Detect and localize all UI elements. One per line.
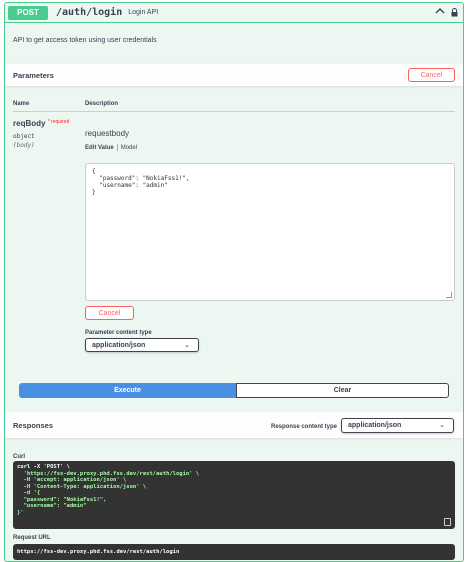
request-url-label: Request URL xyxy=(13,535,51,541)
tab-divider xyxy=(116,144,118,151)
body-line: } xyxy=(92,189,96,196)
required-mark: * required xyxy=(47,119,70,125)
endpoint-summary: Login API xyxy=(128,9,159,16)
curl-label: Curl xyxy=(13,454,25,460)
parameter-content-type-select[interactable]: application/json ⌄ xyxy=(85,338,199,352)
chevron-down-icon: ⌄ xyxy=(439,422,445,429)
resize-handle[interactable] xyxy=(446,292,452,298)
column-header-description: Description xyxy=(85,101,119,107)
clear-button[interactable]: Clear xyxy=(236,383,449,398)
execute-button[interactable]: Execute xyxy=(19,383,236,398)
try-out-cancel-button[interactable]: Cancel xyxy=(408,68,455,82)
parameter-cancel-button[interactable]: Cancel xyxy=(85,306,134,320)
copy-icon[interactable] xyxy=(444,518,451,526)
column-header-name: Name xyxy=(13,101,30,107)
body-line: "username": "admin" xyxy=(92,182,168,189)
parameter-content-type-value: application/json xyxy=(92,341,146,349)
parameter-name-text: reqBody xyxy=(13,119,46,128)
curl-line: }' xyxy=(17,509,24,516)
responses-title: Responses xyxy=(13,420,54,430)
curl-code-block[interactable]: curl -X 'POST' \ 'https://fss-dev.proxy.… xyxy=(13,461,455,529)
operation-header[interactable]: POST /auth/login Login API xyxy=(5,3,463,23)
lock-icon[interactable] xyxy=(451,8,458,17)
request-url-block: https://fss-dev.proxy.phd.fss.dev/rest/a… xyxy=(13,544,455,560)
request-body-editor[interactable]: { "password": "NokiaFss1!", "username": … xyxy=(85,163,455,301)
chevron-up-icon[interactable] xyxy=(435,7,445,17)
divider xyxy=(13,111,455,112)
body-line: { xyxy=(92,168,96,175)
response-content-type-value: application/json xyxy=(348,422,402,429)
parameter-location: (body) xyxy=(13,142,35,149)
request-url-value: https://fss-dev.proxy.phd.fss.dev/rest/a… xyxy=(17,548,180,555)
tab-edit-value[interactable]: Edit Value xyxy=(85,145,114,151)
request-body-title: requestbody xyxy=(85,129,130,138)
response-content-type-label: Response content type xyxy=(271,424,338,430)
operation-block: POST /auth/login Login API API to get ac… xyxy=(4,2,464,562)
body-tabs: Edit Value Model xyxy=(85,144,137,151)
response-content-type-select[interactable]: application/json ⌄ xyxy=(341,418,454,433)
method-badge: POST xyxy=(8,5,48,20)
parameter-name: reqBody * required xyxy=(13,119,69,128)
tab-model[interactable]: Model xyxy=(121,145,137,151)
parameters-title: Parameters xyxy=(13,70,54,80)
parameters-header: Parameters Cancel xyxy=(5,64,463,86)
chevron-down-icon: ⌄ xyxy=(184,342,190,349)
operation-description: API to get access token using user crede… xyxy=(13,37,157,44)
parameter-type: object xyxy=(13,133,35,140)
body-line: "password": "NokiaFss1!", xyxy=(92,175,190,182)
parameter-content-type-label: Parameter content type xyxy=(85,330,152,336)
endpoint-path: /auth/login xyxy=(56,7,123,18)
